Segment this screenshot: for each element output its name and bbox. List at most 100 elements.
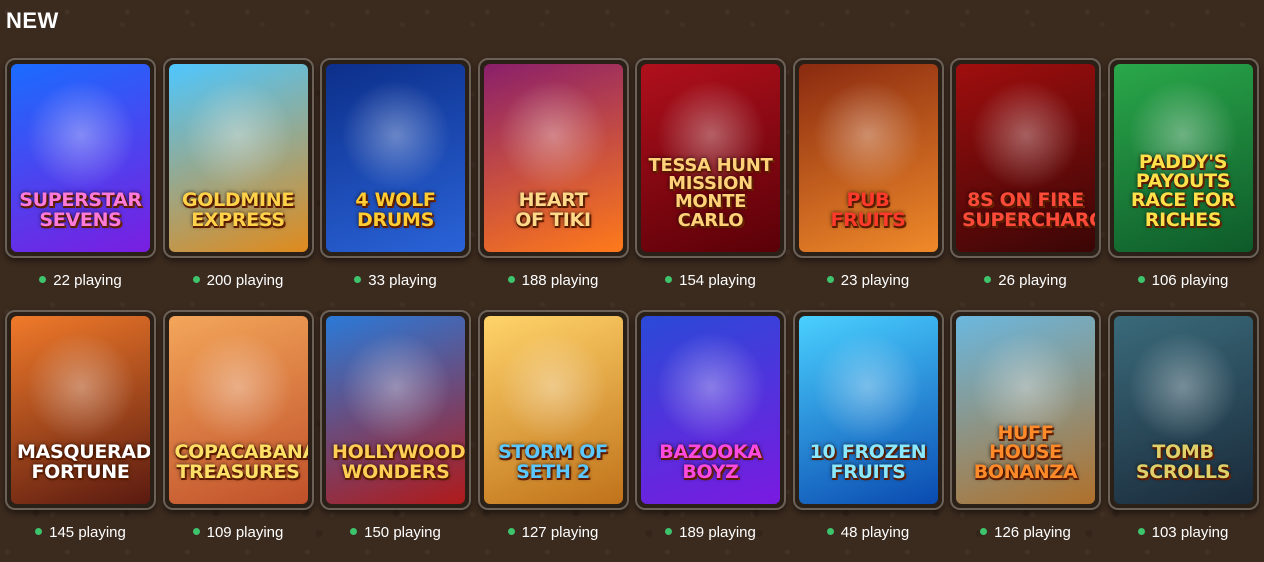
game-thumbnail: Hollywood Wonders xyxy=(326,316,465,504)
game-card[interactable]: 10 Frozen Fruits xyxy=(792,310,944,510)
game-card[interactable]: 4 Wolf Drums xyxy=(320,58,471,258)
game-tile: Paddy's Payouts Race for Riches 106 playin… xyxy=(1107,58,1259,310)
section-title: NEW xyxy=(6,8,59,33)
game-logo-line1: Storm of xyxy=(498,441,608,464)
thumbnail-glow xyxy=(340,332,451,443)
game-logo-line1: 10 Frozen xyxy=(809,441,927,464)
game-logo: 8s on FireSupercharged xyxy=(962,189,1095,231)
online-dot-icon xyxy=(507,276,515,283)
game-card[interactable]: Heart of Tiki xyxy=(477,58,629,258)
game-logo: Heart of Tiki xyxy=(490,191,617,230)
game-logo: Tomb Scrolls xyxy=(1120,443,1247,482)
thumbnail-glow xyxy=(183,80,293,191)
game-tile: Huff House Bonanza 126 playing xyxy=(950,310,1101,562)
game-tile: Storm of Seth 2 127 playing xyxy=(477,310,629,562)
game-card[interactable]: Hollywood Wonders xyxy=(320,310,471,510)
game-logo-line2: Sevens xyxy=(39,208,122,231)
thumbnail-glow xyxy=(970,80,1081,191)
game-tile: Tessa Hunt Mission Monte Carlo 154 playing xyxy=(635,58,786,310)
game-thumbnail: Heart of Tiki xyxy=(483,64,623,252)
game-tile: Pub Fruits 23 playing xyxy=(792,58,944,310)
game-logo-line2: of Tiki xyxy=(515,208,591,231)
game-logo-line1: Masquerade xyxy=(17,441,150,464)
players-count: 200 playing xyxy=(163,272,314,289)
thumbnail-glow xyxy=(813,332,923,443)
game-card[interactable]: Goldmine Express xyxy=(162,58,314,258)
online-dot-icon xyxy=(984,276,992,283)
game-logo-line1: 8s on Fire xyxy=(967,189,1084,212)
game-logo-line1: Copacabana xyxy=(174,441,308,464)
online-dot-icon xyxy=(1137,528,1145,535)
online-dot-icon xyxy=(350,528,358,535)
players-count: 188 playing xyxy=(478,272,629,289)
game-thumbnail: Tessa Hunt Mission Monte Carlo xyxy=(641,64,780,252)
game-logo-line1: Bazooka xyxy=(659,441,762,464)
thumbnail-glow xyxy=(498,80,608,191)
game-logo-line2: Supercharged xyxy=(962,208,1095,231)
game-tile: Heart of Tiki 188 playing xyxy=(477,58,629,310)
game-card[interactable]: Paddy's Payouts Race for Riches xyxy=(1107,58,1259,258)
online-dot-icon xyxy=(192,528,200,535)
players-count: 127 playing xyxy=(478,524,629,541)
game-logo: Bazooka Boyz xyxy=(647,443,774,482)
thumbnail-glow xyxy=(813,80,923,191)
game-logo-line1: Tomb xyxy=(1152,441,1214,464)
game-logo-line1: Tessa Hunt Mission xyxy=(648,154,773,194)
game-logo-line2: Express xyxy=(191,208,285,231)
game-thumbnail: Copacabana Treasures xyxy=(168,316,308,504)
game-logo-line2: Seth 2 xyxy=(516,460,590,483)
game-tile: Copacabana Treasures 109 playing xyxy=(162,310,314,562)
game-tile: 10 Frozen Fruits 48 playing xyxy=(792,310,944,562)
game-logo: 4 Wolf Drums xyxy=(332,191,459,230)
thumbnail-glow xyxy=(340,80,451,191)
online-dot-icon xyxy=(354,276,362,283)
game-card[interactable]: 8s on FireSupercharged xyxy=(950,58,1101,258)
game-card[interactable]: Superstar Sevens xyxy=(5,58,156,258)
players-count: 106 playing xyxy=(1108,272,1259,289)
game-thumbnail: 8s on FireSupercharged xyxy=(956,64,1095,252)
players-count: 23 playing xyxy=(793,272,944,289)
thumbnail-glow xyxy=(655,332,766,443)
players-label: 33 playing xyxy=(368,272,437,289)
game-card[interactable]: Storm of Seth 2 xyxy=(477,310,629,510)
game-logo: Storm of Seth 2 xyxy=(490,443,617,482)
game-tile: Superstar Sevens 22 playing xyxy=(5,58,156,310)
game-thumbnail: Goldmine Express xyxy=(168,64,308,252)
game-tile: Tomb Scrolls 103 playing xyxy=(1107,310,1259,562)
players-count: 109 playing xyxy=(163,524,314,541)
game-logo-line2: Fruits xyxy=(830,460,906,483)
game-card[interactable]: Masquerade Fortune xyxy=(5,310,156,510)
game-tile: Bazooka Boyz 189 playing xyxy=(635,310,786,562)
game-thumbnail: Storm of Seth 2 xyxy=(483,316,623,504)
game-logo-line2: Fortune xyxy=(31,460,130,483)
players-label: 126 playing xyxy=(994,524,1071,541)
players-label: 26 playing xyxy=(998,272,1067,289)
thumbnail-glow xyxy=(498,332,608,443)
thumbnail-glow xyxy=(1128,332,1238,443)
players-label: 150 playing xyxy=(364,524,441,541)
game-thumbnail: Masquerade Fortune xyxy=(11,316,150,504)
players-label: 48 playing xyxy=(840,524,910,541)
players-label: 188 playing xyxy=(521,272,599,289)
players-count: 48 playing xyxy=(793,524,944,541)
game-card[interactable]: Pub Fruits xyxy=(792,58,944,258)
players-label: 154 playing xyxy=(679,272,756,289)
players-count: 33 playing xyxy=(320,272,471,289)
game-card[interactable]: Copacabana Treasures xyxy=(162,310,314,510)
players-count: 145 playing xyxy=(5,524,156,541)
game-logo-line1: Hollywood xyxy=(332,441,465,464)
game-card[interactable]: Tomb Scrolls xyxy=(1107,310,1259,510)
game-grid: Superstar Sevens 22 playing Goldmine Express… xyxy=(5,58,1259,562)
online-dot-icon xyxy=(507,528,515,535)
game-logo-line2: Boyz xyxy=(682,460,739,483)
game-tile: Hollywood Wonders 150 playing xyxy=(320,310,471,562)
game-card[interactable]: Huff House Bonanza xyxy=(950,310,1101,510)
game-thumbnail: Tomb Scrolls xyxy=(1113,316,1253,504)
game-logo: Hollywood Wonders xyxy=(332,443,465,482)
players-label: 189 playing xyxy=(679,524,756,541)
game-card[interactable]: Bazooka Boyz xyxy=(635,310,786,510)
game-card[interactable]: Tessa Hunt Mission Monte Carlo xyxy=(635,58,786,258)
players-label: 22 playing xyxy=(53,272,122,289)
players-label: 23 playing xyxy=(840,272,910,289)
game-thumbnail: Huff House Bonanza xyxy=(956,316,1095,504)
